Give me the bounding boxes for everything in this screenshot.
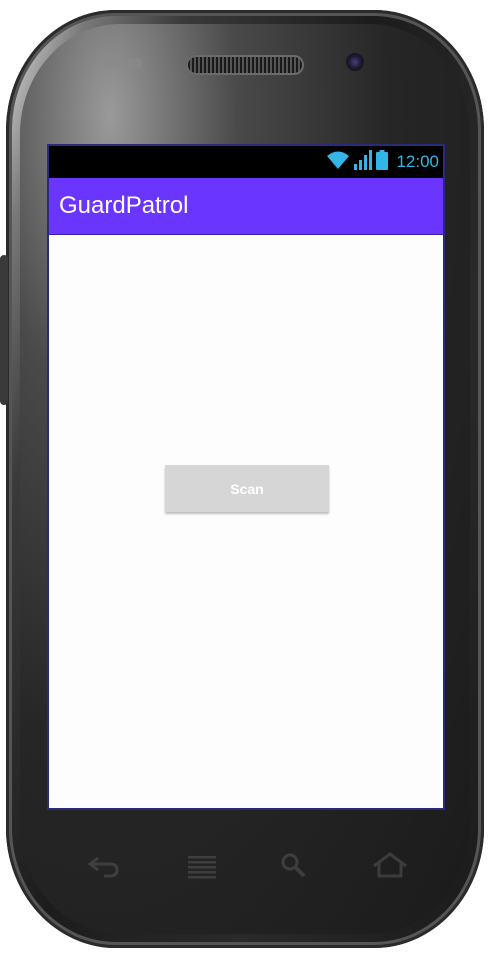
earpiece-speaker [188,57,302,73]
app-bar: GuardPatrol [49,178,443,235]
device-screen: 12:00 GuardPatrol Scan [47,144,445,810]
wifi-icon [326,150,350,174]
proximity-sensor [105,58,121,68]
signal-icon [354,150,373,174]
status-time: 12:00 [396,152,439,171]
front-camera [346,53,364,71]
app-title: GuardPatrol [59,192,189,219]
menu-icon[interactable] [182,848,222,882]
status-bar: 12:00 [49,146,443,178]
back-icon[interactable] [84,848,124,882]
volume-rocker [0,255,8,405]
home-icon[interactable] [370,848,410,882]
scan-button[interactable]: Scan [165,465,329,512]
status-icons: 12:00 [326,150,439,174]
search-icon[interactable] [274,848,314,882]
light-sensor [127,58,143,68]
main-content: Scan [49,235,443,808]
battery-icon [376,150,389,174]
